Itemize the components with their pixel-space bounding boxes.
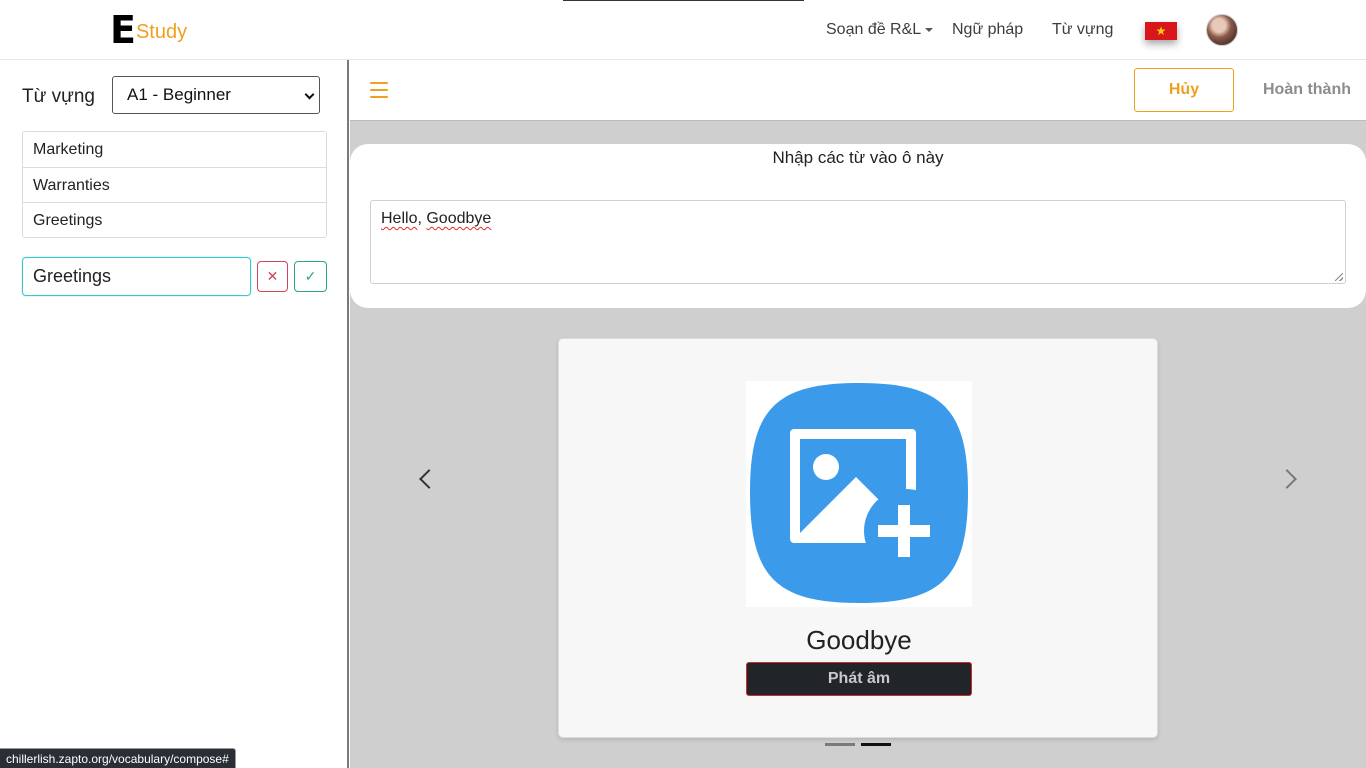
close-icon: ✕ xyxy=(266,268,279,284)
nav-compose-label: Soạn đề R&L xyxy=(826,21,922,38)
carousel-dot-active[interactable] xyxy=(861,743,891,746)
pronounce-button[interactable]: Phát âm xyxy=(746,662,972,696)
done-button[interactable]: Hoàn thành xyxy=(1248,68,1366,112)
topic-item-marketing[interactable]: Marketing xyxy=(23,132,326,167)
vocabulary-card: Goodbye Phát âm xyxy=(558,338,1158,738)
level-select[interactable]: A1 - Beginner xyxy=(112,76,320,114)
logo[interactable]: E Study xyxy=(110,8,188,52)
logo-text: Study xyxy=(135,21,188,43)
sidebar-label: Từ vựng xyxy=(22,86,95,107)
main-content: Hủy Hoàn thành Nhập các từ vào ô này Hel… xyxy=(350,60,1366,768)
top-divider xyxy=(563,0,804,1)
check-icon: ✓ xyxy=(304,268,317,284)
logo-letter: E xyxy=(110,8,136,52)
card-word: Goodbye xyxy=(806,625,912,655)
sidebar: Từ vựng A1 - Beginner Marketing Warranti… xyxy=(0,60,349,768)
nav-grammar[interactable]: Ngữ pháp xyxy=(952,21,1023,39)
topic-list: Marketing Warranties Greetings xyxy=(22,131,327,238)
nav-compose-dropdown[interactable]: Soạn đề R&L xyxy=(826,21,934,39)
add-image-icon[interactable] xyxy=(746,381,972,607)
menu-icon[interactable] xyxy=(370,82,388,98)
top-navbar: E Study Soạn đề R&L Ngữ pháp Từ vựng ★ xyxy=(0,0,1366,60)
topic-item-warranties[interactable]: Warranties xyxy=(23,167,326,202)
resize-handle-icon[interactable] xyxy=(1335,273,1343,281)
confirm-topic-button[interactable]: ✓ xyxy=(294,261,327,292)
new-topic-input[interactable]: Greetings xyxy=(22,257,251,296)
caret-down-icon xyxy=(925,27,934,32)
word-entry: Hello xyxy=(381,210,418,227)
main-header: Hủy Hoàn thành xyxy=(350,60,1366,121)
carousel-dot[interactable] xyxy=(825,743,855,746)
cancel-button[interactable]: Hủy xyxy=(1134,68,1234,112)
flag-star: ★ xyxy=(1155,24,1167,38)
vietnam-flag-icon[interactable]: ★ xyxy=(1145,22,1177,40)
word-entry: Goodbye xyxy=(426,210,492,227)
cancel-topic-button[interactable]: ✕ xyxy=(257,261,288,292)
status-url: chillerlish.zapto.org/vocabulary/compose… xyxy=(0,748,236,768)
words-input-card: Nhập các từ vào ô này Hello, Goodbye xyxy=(350,144,1366,308)
avatar[interactable] xyxy=(1206,14,1238,46)
words-input-title: Nhập các từ vào ô này xyxy=(772,148,944,167)
carousel-indicators xyxy=(825,743,891,746)
topic-item-greetings[interactable]: Greetings xyxy=(23,202,326,237)
chevron-down-icon xyxy=(304,89,315,100)
nav-vocabulary[interactable]: Từ vựng xyxy=(1052,21,1113,39)
words-textarea[interactable]: Hello, Goodbye xyxy=(370,200,1346,284)
level-select-value: A1 - Beginner xyxy=(127,85,231,104)
